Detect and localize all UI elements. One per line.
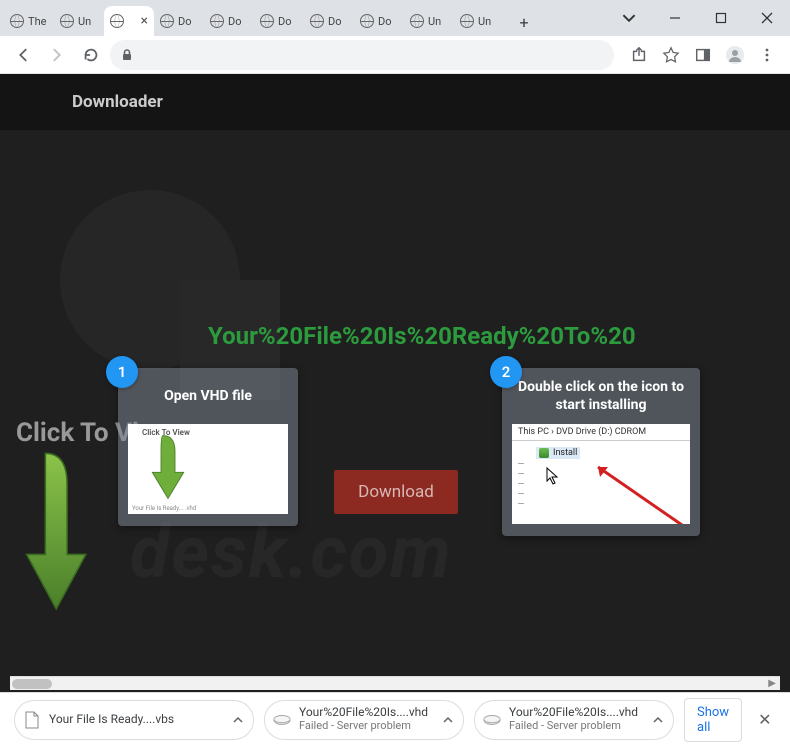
forward-button[interactable] [42,40,72,70]
bookmark-icon[interactable] [656,40,686,70]
globe-icon [110,14,124,28]
globe-icon [410,14,424,28]
step-thumbnail: Click To View Your File Is Ready... .vhd [128,424,288,514]
download-button[interactable]: Download [334,470,458,514]
browser-tab[interactable]: Do [304,6,354,36]
browser-tab[interactable]: Un [454,6,504,36]
browser-toolbar [0,36,790,74]
cursor-icon [546,467,560,485]
page-title: Downloader [72,92,163,112]
download-item[interactable]: Your%20File%20Is....vhdFailed - Server p… [264,700,464,740]
step-thumbnail: This PC › DVD Drive (D:) CDROM Install [512,424,690,524]
tab-label: Do [378,15,392,28]
minimize-button[interactable] [652,3,698,33]
browser-tab[interactable]: Un [54,6,104,36]
tab-label: Do [228,15,242,28]
sidepanel-icon[interactable] [688,40,718,70]
download-name: Your File Is Ready....vbs [49,713,174,727]
file-icon [23,711,41,729]
toolbar-actions [624,40,782,70]
globe-icon [160,14,174,28]
close-window-button[interactable] [744,3,790,33]
page-viewport: Downloader desk.com Your%20File%20Is%20R… [0,74,790,692]
browser-tab[interactable]: The [4,6,54,36]
browser-tab[interactable]: Do [254,6,304,36]
close-downloads-bar[interactable]: ✕ [752,706,777,733]
profile-icon[interactable] [720,40,750,70]
download-item[interactable]: Your%20File%20Is....vhdFailed - Server p… [474,700,674,740]
tab-label: Un [78,15,91,28]
download-item[interactable]: Your File Is Ready....vbs [14,700,254,740]
disk-icon [273,711,291,729]
horizontal-scrollbar[interactable]: ▶ [10,676,780,690]
installer-icon [539,448,549,458]
globe-icon [10,14,24,28]
download-name: Your%20File%20Is....vhd [509,706,638,720]
browser-tab[interactable]: Do [354,6,404,36]
tab-label: The [28,15,46,28]
globe-icon [60,14,74,28]
downloads-bar: Your File Is Ready....vbs Your%20File%20… [0,692,790,746]
new-tab-button[interactable]: + [510,8,538,36]
page-header: Downloader [0,74,790,130]
menu-icon[interactable] [752,40,782,70]
tab-label: Do [328,15,342,28]
headline-text: Your%20File%20Is%20Ready%20To%20 [208,322,636,350]
chevron-up-icon[interactable] [443,715,453,725]
reload-button[interactable] [76,40,106,70]
thumb-footer: Your File Is Ready... .vhd [132,505,196,512]
browser-tab[interactable]: Do [204,6,254,36]
tab-label: Do [178,15,192,28]
globe-icon [210,14,224,28]
chevron-up-icon[interactable] [233,715,243,725]
step-badge: 2 [490,356,522,388]
close-icon[interactable]: × [141,13,148,29]
step-title: Open VHD file [128,378,288,414]
download-status: Failed - Server problem [299,720,428,733]
maximize-button[interactable] [698,3,744,33]
download-arrow-icon [22,430,92,640]
download-name: Your%20File%20Is....vhd [299,706,428,720]
window-controls [606,0,790,36]
install-label: Install [553,448,577,458]
scrollbar-thumb[interactable] [12,679,52,689]
tab-label: Un [428,15,441,28]
install-item: Install [536,447,580,459]
globe-icon [360,14,374,28]
scroll-right-icon[interactable]: ▶ [768,678,776,689]
browser-tab-active[interactable]: × [104,6,154,36]
globe-icon [460,14,474,28]
tab-label: Do [278,15,292,28]
browser-tab[interactable]: Do [154,6,204,36]
show-all-button[interactable]: Show all [684,698,742,742]
tab-label: Un [478,15,491,28]
chevron-up-icon[interactable] [653,715,663,725]
globe-icon [260,14,274,28]
browser-tab[interactable]: Un [404,6,454,36]
disk-icon [483,711,501,729]
download-status: Failed - Server problem [509,720,638,733]
back-button[interactable] [8,40,38,70]
download-label: Download [358,482,434,502]
step-card-1: 1 Open VHD file Click To View Your File … [118,368,298,526]
tabs-dropdown-icon[interactable] [606,3,652,33]
step-title: Double click on the icon to start instal… [512,378,690,414]
red-arrow-icon [586,459,686,524]
globe-icon [310,14,324,28]
share-icon[interactable] [624,40,654,70]
page-content: desk.com Your%20File%20Is%20Ready%20To%2… [0,130,790,692]
step-card-2: 2 Double click on the icon to start inst… [502,368,700,536]
explorer-breadcrumb: This PC › DVD Drive (D:) CDROM [512,424,690,441]
lock-icon [120,48,134,62]
step-badge: 1 [106,356,138,388]
address-bar[interactable] [110,40,614,70]
